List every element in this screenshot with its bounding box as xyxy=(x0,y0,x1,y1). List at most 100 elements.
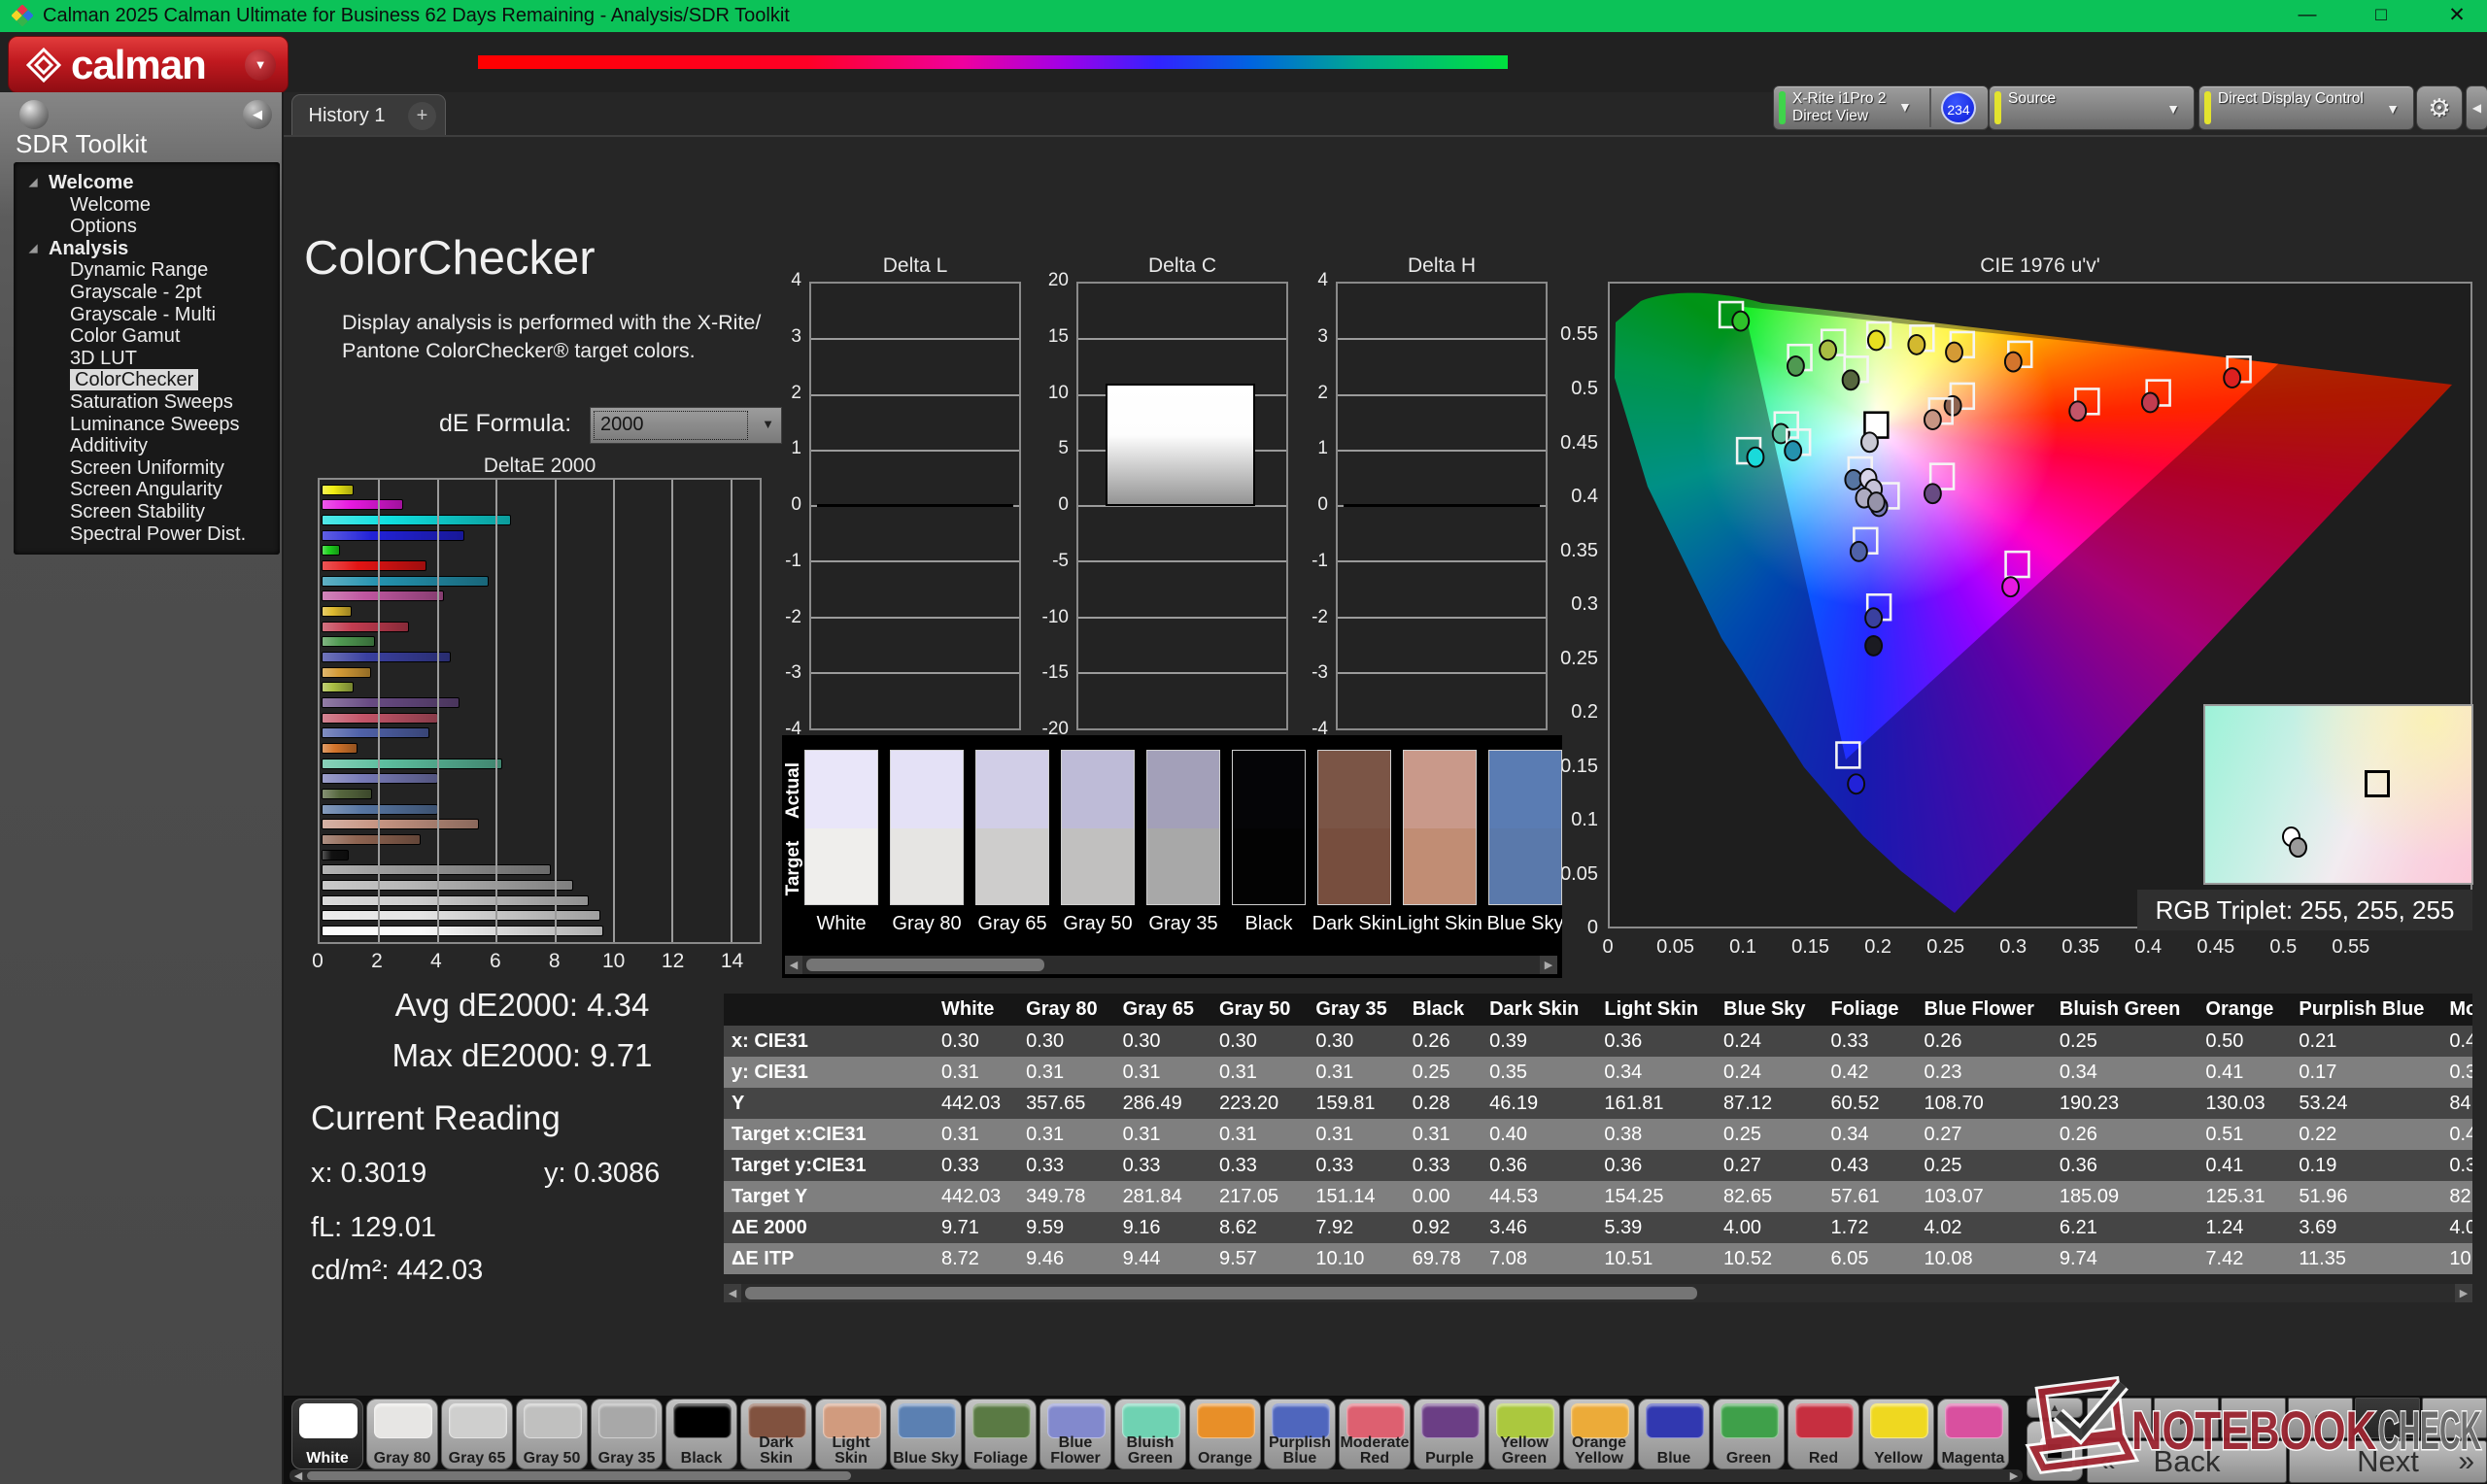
scrollbar-thumb[interactable] xyxy=(806,959,1044,971)
sidebar-item-color-gamut[interactable]: Color Gamut xyxy=(14,325,280,348)
stop-button[interactable] xyxy=(2027,1421,2083,1481)
next-button[interactable]: Next » xyxy=(2289,1440,2487,1483)
loop-button[interactable]: ∞ xyxy=(2288,1398,2353,1438)
minimize-icon[interactable]: — xyxy=(2291,0,2324,30)
patch-tile-gray-65[interactable]: Gray 65 xyxy=(441,1399,513,1469)
sidebar-item-dynamic-range[interactable]: Dynamic Range xyxy=(14,259,280,282)
sidebar-item-3d-lut[interactable]: 3D LUT xyxy=(14,348,280,370)
logo-dropdown-icon[interactable]: ▼ xyxy=(245,50,276,81)
patch-tile-light-skin[interactable]: Light Skin xyxy=(815,1399,887,1469)
maximize-icon[interactable]: □ xyxy=(2365,0,2398,30)
sidebar-item-colorchecker[interactable]: ColorChecker xyxy=(14,369,280,391)
table-row-target-y: Target Y442.03349.78281.84217.05151.140.… xyxy=(724,1181,2472,1212)
meter-count-badge[interactable]: 234 xyxy=(1941,91,1976,124)
sidebar-item-additivity[interactable]: Additivity xyxy=(14,435,280,457)
source-dropdown[interactable]: Source ▼ xyxy=(1989,85,2195,130)
sidebar-item-saturation-sweeps[interactable]: Saturation Sweeps xyxy=(14,391,280,414)
patch-tile-blue-sky[interactable]: Blue Sky xyxy=(890,1399,962,1469)
sidebar-item-grayscale-multi[interactable]: Grayscale - Multi xyxy=(14,304,280,326)
sidebar-item-options[interactable]: Options xyxy=(14,216,280,238)
sidebar-item-welcome[interactable]: ◢Welcome xyxy=(14,172,280,194)
tree-expander-icon[interactable]: ◢ xyxy=(29,172,37,194)
measurement-table: WhiteGray 80Gray 65Gray 50Gray 35BlackDa… xyxy=(724,994,2472,1280)
play-button[interactable]: ▶ xyxy=(2154,1398,2219,1438)
scrollbar-thumb[interactable] xyxy=(307,1471,851,1480)
panel-collapse-icon[interactable]: ◀ xyxy=(2466,85,2487,130)
patch-tile-white[interactable]: White xyxy=(291,1399,363,1469)
table-scrollbar[interactable]: ◀ ▶ xyxy=(724,1284,2472,1302)
delta-l-y-axis: 43210-1-2-3-4 xyxy=(763,282,805,730)
patch-tile-magenta[interactable]: Magenta xyxy=(1937,1399,2009,1469)
de-formula-dropdown[interactable]: 2000 ▼ xyxy=(590,407,782,444)
compare-columns: WhiteGray 80Gray 65Gray 50Gray 35BlackDa… xyxy=(782,735,1562,978)
sidebar-item-screen-stability[interactable]: Screen Stability xyxy=(14,501,280,523)
patch-label: Black xyxy=(666,1451,736,1467)
patch-tile-foliage[interactable]: Foliage xyxy=(965,1399,1037,1469)
target-swatch xyxy=(1403,828,1477,905)
sidebar-item-screen-angularity[interactable]: Screen Angularity xyxy=(14,479,280,501)
tab-history-1[interactable]: History 1 xyxy=(291,94,402,137)
patch-tile-blue-flower[interactable]: Blue Flower xyxy=(1039,1399,1111,1469)
close-icon[interactable]: ✕ xyxy=(2440,0,2473,30)
patch-tile-yellow-green[interactable]: Yellow Green xyxy=(1488,1399,1560,1469)
display-control-dropdown[interactable]: Direct Display Control ▼ xyxy=(2198,85,2414,130)
compare-column-gray-80: Gray 80 xyxy=(890,750,964,954)
chevron-down-icon[interactable]: ▼ xyxy=(2166,101,2180,117)
actual-swatch xyxy=(1146,750,1220,828)
table-cell: 44.53 xyxy=(1482,1181,1596,1212)
patch-tile-gray-50[interactable]: Gray 50 xyxy=(516,1399,588,1469)
patch-tile-gray-35[interactable]: Gray 35 xyxy=(591,1399,663,1469)
sidebar-item-analysis[interactable]: ◢Analysis xyxy=(14,238,280,260)
axis-tick-label: 0.05 xyxy=(1656,936,1694,959)
scroll-right-icon[interactable]: ▶ xyxy=(2455,1284,2472,1302)
plus-icon[interactable]: + xyxy=(408,102,436,130)
patch-tile-bluish-green[interactable]: Bluish Green xyxy=(1114,1399,1186,1469)
calman-logo-button[interactable]: calman ▼ xyxy=(8,36,289,93)
chevron-down-icon[interactable]: ▼ xyxy=(2386,101,2400,117)
record-button[interactable]: ○ xyxy=(2422,1398,2487,1438)
collapse-up-icon[interactable]: ▲ xyxy=(2027,1398,2083,1418)
gear-icon[interactable]: ⚙ xyxy=(2416,85,2463,130)
axis-tick-label: -2 xyxy=(763,607,801,628)
display-pattern-button[interactable]: ■ xyxy=(2087,1398,2152,1438)
sidebar-item-welcome[interactable]: Welcome xyxy=(14,194,280,217)
add-tab-button[interactable]: + xyxy=(400,94,446,137)
patch-tile-yellow[interactable]: Yellow xyxy=(1862,1399,1934,1469)
patch-tile-moderate-red[interactable]: Moderate Red xyxy=(1339,1399,1411,1469)
patch-tile-black[interactable]: Black xyxy=(665,1399,737,1469)
sidebar-item-luminance-sweeps[interactable]: Luminance Sweeps xyxy=(14,414,280,436)
tree-expander-icon[interactable]: ◢ xyxy=(29,238,37,260)
scroll-left-icon[interactable]: ◀ xyxy=(724,1284,741,1302)
patch-scrollbar[interactable]: ◀ ▶ xyxy=(290,1469,2023,1482)
refresh-button[interactable]: ↻ xyxy=(2355,1398,2420,1438)
patch-tile-blue[interactable]: Blue xyxy=(1638,1399,1710,1469)
chevron-down-icon[interactable]: ▼ xyxy=(1898,99,1912,115)
display-control-label: Direct Display Control xyxy=(2218,90,2364,108)
scroll-right-icon[interactable]: ▶ xyxy=(1540,956,1557,974)
sidebar-item-spectral-power-dist[interactable]: Spectral Power Dist. xyxy=(14,523,280,546)
patch-tile-red[interactable]: Red xyxy=(1788,1399,1859,1469)
sidebar-collapse-icon[interactable]: ◀ xyxy=(243,100,272,129)
patch-tile-orange-yellow[interactable]: Orange Yellow xyxy=(1563,1399,1635,1469)
back-button[interactable]: « Back xyxy=(2087,1440,2287,1483)
patch-tile-dark-skin[interactable]: Dark Skin xyxy=(740,1399,812,1469)
patch-tile-orange[interactable]: Orange xyxy=(1189,1399,1261,1469)
meter-dropdown[interactable]: X-Rite i1Pro 2 Direct View ▼ 234 xyxy=(1773,85,1989,130)
axis-tick-label: -1 xyxy=(763,551,801,572)
table-cell: 0.42 xyxy=(1823,1057,1917,1088)
patch-tile-gray-80[interactable]: Gray 80 xyxy=(366,1399,438,1469)
axis-tick-label: 0 xyxy=(1289,494,1328,516)
patch-tile-purple[interactable]: Purple xyxy=(1414,1399,1485,1469)
scroll-left-icon[interactable]: ◀ xyxy=(785,956,802,974)
scroll-left-icon[interactable]: ◀ xyxy=(290,1469,307,1482)
patch-tile-purplish-blue[interactable]: Purplish Blue xyxy=(1264,1399,1336,1469)
compare-scrollbar[interactable]: ◀ ▶ xyxy=(785,956,1557,974)
scroll-right-icon[interactable]: ▶ xyxy=(2005,1469,2023,1482)
scrollbar-thumb[interactable] xyxy=(745,1287,1697,1299)
sidebar-status-ball-icon[interactable] xyxy=(19,100,49,129)
pause-button[interactable]: ‖ xyxy=(2221,1398,2286,1438)
sidebar-item-grayscale-2pt[interactable]: Grayscale - 2pt xyxy=(14,282,280,304)
patch-tile-green[interactable]: Green xyxy=(1713,1399,1785,1469)
table-cell: 84.45 xyxy=(2441,1088,2472,1119)
sidebar-item-screen-uniformity[interactable]: Screen Uniformity xyxy=(14,457,280,480)
